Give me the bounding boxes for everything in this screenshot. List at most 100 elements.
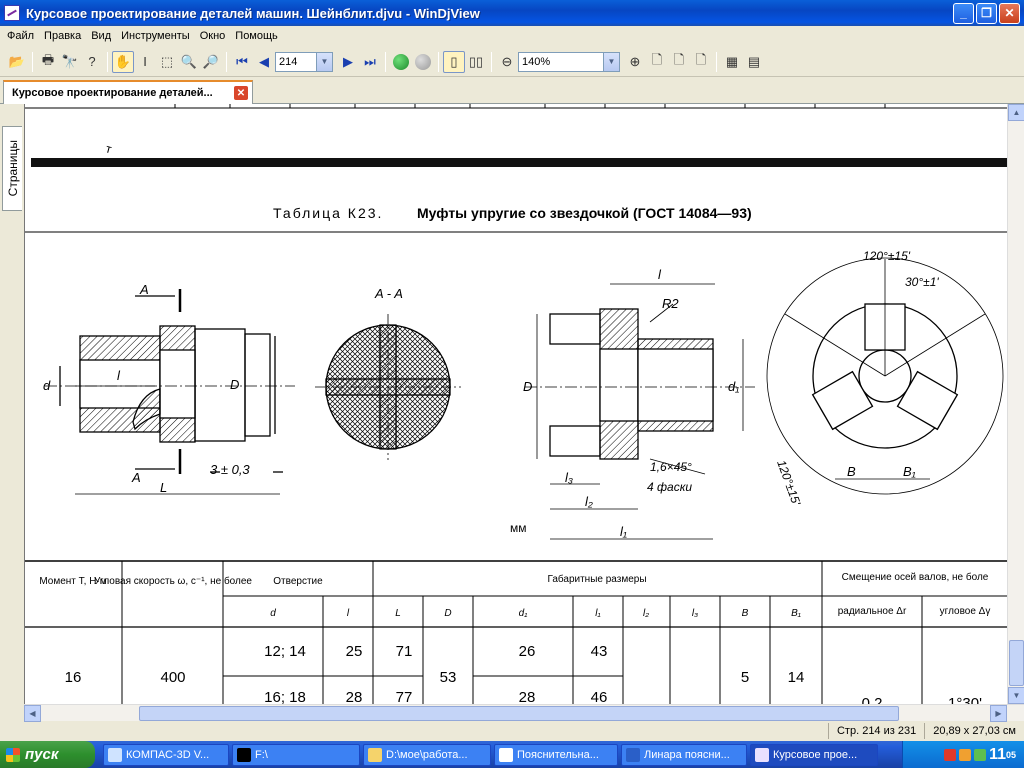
taskbar-item-label: Линара поясни... xyxy=(644,748,730,761)
document-tabs: Курсовое проектирование деталей... ✕ xyxy=(0,78,1024,104)
open-folder-icon[interactable]: 📂 xyxy=(6,51,28,73)
document-view[interactable]: т Таблица К23. Муфты упругие со звездочк… xyxy=(24,104,1007,704)
system-tray: 11 05 xyxy=(902,741,1024,768)
drawing-label-angle1: 120°±15' xyxy=(863,249,911,263)
drawing-label-d1: d₁ xyxy=(728,379,739,394)
status-page: Стр. 214 из 231 xyxy=(827,723,924,739)
last-page-icon[interactable]: ⏭ xyxy=(359,51,381,73)
menu-file[interactable]: Файл xyxy=(2,30,39,42)
menu-window[interactable]: Окно xyxy=(195,30,231,42)
taskbar-item-folder[interactable]: D:\мое\работа... xyxy=(363,743,491,766)
cell-d-row2: 16; 18 xyxy=(264,689,306,704)
next-page-icon[interactable]: ▶ xyxy=(337,51,359,73)
zoom-out-icon[interactable]: ⊖ xyxy=(496,51,518,73)
find-icon[interactable]: 🔭 xyxy=(59,51,81,73)
tab-pages[interactable]: Страницы xyxy=(2,126,22,211)
hand-tool-icon[interactable]: ✋ xyxy=(112,50,134,73)
tab-document[interactable]: Курсовое проектирование деталей... ✕ xyxy=(3,80,253,104)
fit-width-icon[interactable]: 🗋 xyxy=(668,51,690,73)
cell-l-row1: 25 xyxy=(346,643,363,660)
folder-icon xyxy=(368,747,382,762)
header-offset: Смещение осей валов, не боле xyxy=(842,571,989,583)
side-panel: Страницы xyxy=(0,104,22,704)
drawing-label-tolerance: 3 ± 0,3 xyxy=(210,462,250,477)
taskbar-item-label: D:\мое\работа... xyxy=(386,748,468,761)
status-size: 20,89 x 27,03 см xyxy=(924,723,1024,739)
first-page-icon[interactable]: ⏮ xyxy=(231,51,253,73)
vertical-scrollbar[interactable]: ▲ ▼ xyxy=(1007,104,1024,704)
prev-page-icon[interactable]: ◀ xyxy=(253,51,275,73)
drawing-label-a-top: A xyxy=(139,282,149,297)
close-tab-icon[interactable]: ✕ xyxy=(234,86,248,100)
forward-icon[interactable] xyxy=(412,51,434,73)
page-number-combo[interactable]: 214 ▼ xyxy=(275,51,333,72)
back-icon[interactable] xyxy=(390,51,412,73)
taskbar: пуск КОМПАС-3D V... F:\ D:\мое\работа...… xyxy=(0,741,1024,768)
tab-label: Курсовое проектирование деталей... xyxy=(12,87,213,99)
maximize-button[interactable]: ❐ xyxy=(976,2,997,24)
status-bar: Стр. 214 из 231 20,89 x 27,03 см xyxy=(0,721,1024,741)
taskbar-item-doc2[interactable]: Линара поясни... xyxy=(621,743,747,766)
minimize-button[interactable]: _ xyxy=(953,2,974,24)
menu-tools[interactable]: Инструменты xyxy=(116,30,195,42)
scroll-up-icon[interactable]: ▲ xyxy=(1008,104,1024,121)
table-caption-prefix: Таблица К23. xyxy=(273,205,383,221)
select-rect-icon[interactable]: ⬚ xyxy=(156,51,178,73)
vertical-scroll-thumb[interactable] xyxy=(1009,640,1024,686)
select-text-icon[interactable]: I xyxy=(134,51,156,73)
zoom-icon[interactable]: 🔍 xyxy=(178,51,200,73)
windjview-app-icon[interactable] xyxy=(4,5,20,21)
drawing-label-B: B xyxy=(847,464,856,479)
menu-edit[interactable]: Правка xyxy=(39,30,86,42)
header-l1: l₁ xyxy=(595,608,600,619)
header-l3: l₃ xyxy=(692,608,698,619)
drawing-label-angle2: 30°±1' xyxy=(905,275,939,289)
actual-size-icon[interactable]: 🗋 xyxy=(690,51,712,73)
cell-L-row1: 71 xyxy=(396,643,413,660)
drawing-label-d: d xyxy=(43,378,51,393)
cell-l1-row2: 46 xyxy=(591,689,608,704)
taskbar-item-kompas[interactable]: КОМПАС-3D V... xyxy=(103,743,229,766)
cell-D: 53 xyxy=(440,669,457,686)
zoom-rect-icon[interactable]: 🔎 xyxy=(200,51,222,73)
kompas-icon xyxy=(108,747,122,762)
scroll-down-icon[interactable]: ▼ xyxy=(1008,687,1024,704)
header-d: d xyxy=(270,608,276,619)
menu-help[interactable]: Помощь xyxy=(230,30,283,42)
cell-speed: 400 xyxy=(160,669,185,686)
cell-d1-row2: 28 xyxy=(519,689,536,704)
rotate-icon[interactable]: ▤ xyxy=(743,51,765,73)
drawing-label-L: L xyxy=(160,480,167,495)
cell-L-row2: 77 xyxy=(396,689,413,704)
taskbar-item-doc1[interactable]: Пояснительна... xyxy=(494,743,618,766)
chevron-down-icon[interactable]: ▼ xyxy=(316,52,332,71)
zoom-combo[interactable]: 140% ▼ xyxy=(518,51,620,72)
toolbar: 📂 🖶 🔭 ? ✋ I ⬚ 🔍 🔎 ⏮ ◀ 214 ▼ ▶ ⏭ ▯ ▯▯ ⊖ 1… xyxy=(0,47,1024,77)
zoom-in-icon[interactable]: ⊕ xyxy=(624,51,646,73)
horizontal-scrollbar[interactable]: ◀ ▶ xyxy=(24,704,1024,722)
menu-view[interactable]: Вид xyxy=(86,30,116,42)
close-button[interactable]: ✕ xyxy=(999,2,1020,24)
chevron-down-icon[interactable]: ▼ xyxy=(603,52,619,71)
help-icon[interactable]: ? xyxy=(81,51,103,73)
display-mode-icon[interactable]: ▦ xyxy=(721,51,743,73)
horizontal-scroll-thumb[interactable] xyxy=(139,706,899,721)
facing-pages-icon[interactable]: ▯▯ xyxy=(465,51,487,73)
fit-page-icon[interactable]: 🗋 xyxy=(646,51,668,73)
console-icon xyxy=(237,747,251,762)
title-bar: Курсовое проектирование деталей машин. Ш… xyxy=(0,0,1024,26)
tray-network-icon[interactable] xyxy=(974,748,987,761)
tray-app-icon[interactable] xyxy=(944,748,957,761)
scroll-left-icon[interactable]: ◀ xyxy=(24,705,41,722)
header-radial: радиальное Δr xyxy=(838,606,907,617)
print-icon[interactable]: 🖶 xyxy=(37,51,59,73)
scroll-right-icon[interactable]: ▶ xyxy=(990,705,1007,722)
taskbar-item-windjview[interactable]: Курсовое прое... xyxy=(750,743,878,766)
taskbar-item-console[interactable]: F:\ xyxy=(232,743,360,766)
tray-media-icon[interactable] xyxy=(959,748,972,761)
single-page-icon[interactable]: ▯ xyxy=(443,50,465,73)
table-caption-title: Муфты упругие со звездочкой (ГОСТ 14084—… xyxy=(417,205,752,221)
word-icon xyxy=(626,747,640,762)
start-button[interactable]: пуск xyxy=(0,741,95,768)
cell-moment: 16 xyxy=(65,669,82,686)
